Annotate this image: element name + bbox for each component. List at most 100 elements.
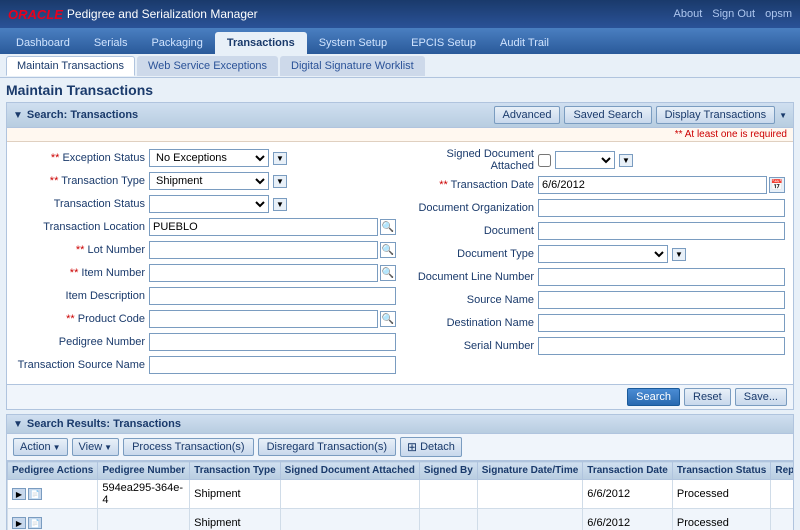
action-dropdown[interactable]: Action ▼ [13,438,68,456]
exception-status-dropdown-arrow[interactable]: ▼ [273,152,287,165]
detach-button[interactable]: ⊞ Detach [400,437,462,457]
collapse-icon[interactable]: ▼ [13,110,23,121]
row1-status: Processed [672,480,770,509]
transaction-location-input[interactable] [149,218,378,236]
transaction-location-search-icon[interactable]: 🔍 [380,219,396,235]
search-form-right: Signed Document Attached ▼ Transaction D… [400,146,789,380]
lot-number-row: Lot Number 🔍 [15,240,396,260]
doc-line-input[interactable] [538,268,785,286]
nav-tab-epcis-setup[interactable]: EPCIS Setup [399,32,488,54]
nav-tab-transactions[interactable]: Transactions [215,32,307,54]
source-name-label: Source Name [404,294,534,306]
saved-search-button[interactable]: Saved Search [564,106,651,124]
pedigree-number-input[interactable] [149,333,396,351]
dest-name-label: Destination Name [404,317,534,329]
results-table: Pedigree Actions Pedigree Number Transac… [7,461,793,530]
row2-trans-date: 6/6/2012 [583,509,673,530]
item-number-input[interactable] [149,264,378,282]
user-label: opsm [765,8,792,20]
doc-type-select[interactable] [538,245,668,263]
transaction-source-input[interactable] [149,356,396,374]
nav-tab-audit-trail[interactable]: Audit Trail [488,32,561,54]
signed-doc-checkbox[interactable] [538,154,551,167]
row2-action-icon1[interactable]: ▶ [12,517,26,529]
exception-status-label: Exception Status [15,152,145,164]
transaction-date-calendar-icon[interactable]: 📅 [769,177,785,193]
signed-doc-label: Signed Document Attached [404,148,534,172]
search-button[interactable]: Search [627,388,680,406]
transaction-date-label: Transaction Date [404,179,534,191]
nav-tab-serials[interactable]: Serials [82,32,140,54]
reset-button[interactable]: Reset [684,388,731,406]
display-transactions-button[interactable]: Display Transactions [656,106,776,124]
item-number-label: Item Number [15,267,145,279]
exception-status-row: Exception Status No Exceptions ▼ [15,148,396,168]
doc-type-dropdown-arrow[interactable]: ▼ [672,248,686,261]
lot-number-label: Lot Number [15,244,145,256]
app-title: Pedigree and Serialization Manager [67,7,258,21]
results-panel-title: Search Results: Transactions [27,418,181,430]
document-label: Document [404,225,534,237]
transaction-type-row: Transaction Type Shipment ▼ [15,171,396,191]
nav-tab-system-setup[interactable]: System Setup [307,32,399,54]
row1-pedigree-number: 594ea295-364e-4 [98,480,190,509]
view-dropdown[interactable]: View ▼ [72,438,120,456]
serial-number-input[interactable] [538,337,785,355]
signout-link[interactable]: Sign Out [712,8,755,20]
transaction-status-dropdown-arrow[interactable]: ▼ [273,198,287,211]
transaction-location-row: Transaction Location 🔍 [15,217,396,237]
about-link[interactable]: About [674,8,703,20]
signed-doc-row: Signed Document Attached ▼ [404,148,785,172]
row1-action-icon2[interactable]: 📄 [28,488,42,500]
row2-action-icon2[interactable]: 📄 [28,517,42,529]
doc-line-label: Document Line Number [404,271,534,283]
signed-doc-dropdown-arrow[interactable]: ▼ [619,154,633,167]
exception-status-select[interactable]: No Exceptions [149,149,269,167]
transaction-status-select[interactable] [149,195,269,213]
row2-sig-date [477,509,583,530]
search-panel: ▼ Search: Transactions Advanced Saved Se… [6,102,794,410]
col-signed-doc: Signed Document Attached [280,462,419,480]
table-row: ▶ 📄 594ea295-364e-4 Shipment 6/6/2012 Pr… [8,480,794,509]
disregard-button[interactable]: Disregard Transaction(s) [258,438,396,456]
process-button[interactable]: Process Transaction(s) [123,438,253,456]
sub-tab-digital-sig[interactable]: Digital Signature Worklist [280,56,425,76]
row1-signed-doc [280,480,419,509]
results-table-wrapper: Pedigree Actions Pedigree Number Transac… [7,461,793,530]
row2-signed-doc [280,509,419,530]
item-description-input[interactable] [149,287,396,305]
doc-org-row: Document Organization [404,198,785,218]
row1-trans-date: 6/6/2012 [583,480,673,509]
serial-number-label: Serial Number [404,340,534,352]
product-code-input[interactable] [149,310,378,328]
row1-action-icon1[interactable]: ▶ [12,488,26,500]
signed-doc-select[interactable] [555,151,615,169]
search-form-left: Exception Status No Exceptions ▼ Transac… [11,146,400,380]
doc-org-input[interactable] [538,199,785,217]
source-name-input[interactable] [538,291,785,309]
save-button[interactable]: Save... [735,388,787,406]
advanced-button[interactable]: Advanced [494,106,561,124]
col-pedigree-number: Pedigree Number [98,462,190,480]
sub-tab-webservice[interactable]: Web Service Exceptions [137,56,278,76]
product-code-search-icon[interactable]: 🔍 [380,311,396,327]
row2-transaction-type: Shipment [190,509,281,530]
nav-tab-dashboard[interactable]: Dashboard [4,32,82,54]
lot-number-input[interactable] [149,241,378,259]
transaction-type-dropdown-arrow[interactable]: ▼ [273,175,287,188]
transaction-location-input-group: 🔍 [149,218,396,236]
view-dropdown-arrow: ▼ [104,443,112,452]
transaction-type-select[interactable]: Shipment [149,172,269,190]
nav-tab-packaging[interactable]: Packaging [139,32,214,54]
document-input[interactable] [538,222,785,240]
pedigree-number-label: Pedigree Number [15,336,145,348]
dest-name-input[interactable] [538,314,785,332]
transaction-type-label: Transaction Type [15,175,145,187]
lot-number-search-icon[interactable]: 🔍 [380,242,396,258]
item-number-search-icon[interactable]: 🔍 [380,265,396,281]
doc-org-label: Document Organization [404,202,534,214]
results-collapse-icon[interactable]: ▼ [13,419,23,430]
search-panel-header: ▼ Search: Transactions Advanced Saved Se… [7,103,793,128]
sub-tab-maintain[interactable]: Maintain Transactions [6,56,135,76]
transaction-date-input[interactable] [538,176,767,194]
